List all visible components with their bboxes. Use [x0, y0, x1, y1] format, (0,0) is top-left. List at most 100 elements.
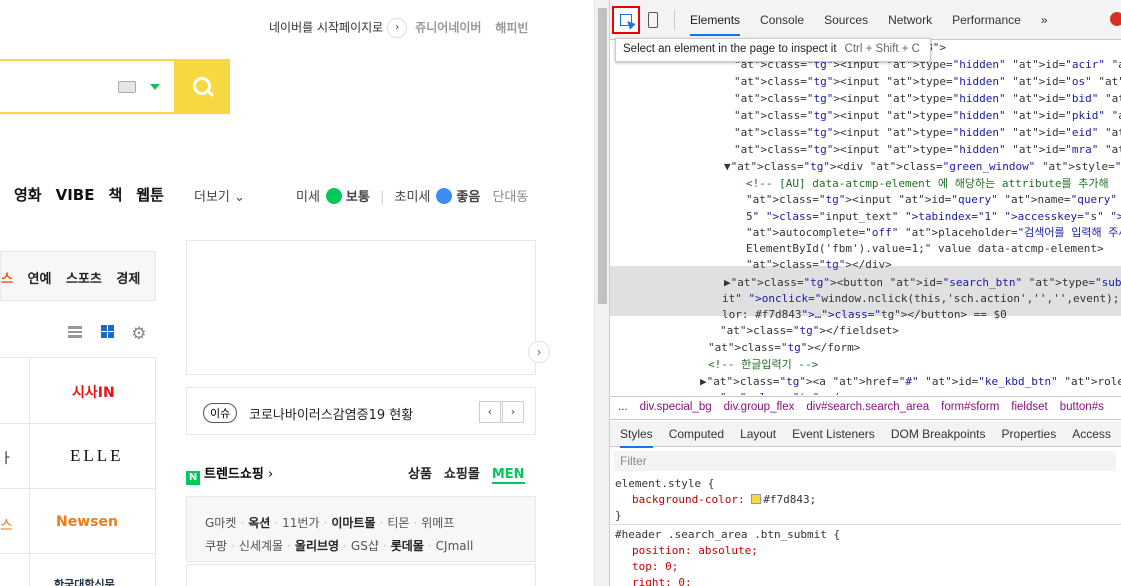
css-declaration[interactable]: position: absolute; [632, 543, 758, 559]
tab-styles[interactable]: Styles [620, 427, 653, 448]
breadcrumb-item[interactable]: ... [618, 401, 628, 413]
topic-item[interactable]: 연예 [28, 272, 52, 287]
tab-accessibility[interactable]: Access [1072, 427, 1111, 441]
rule-selector[interactable]: element.style { [615, 476, 714, 492]
css-property[interactable]: background-color: [632, 493, 745, 506]
tab-product[interactable]: 상품 [408, 467, 432, 482]
tab-mall[interactable]: 쇼핑몰 [444, 467, 480, 482]
shop-link[interactable]: 신세계몰 [239, 539, 283, 553]
weather-widget[interactable]: 미세 보통 | 초미세 좋음 단대동 [296, 186, 528, 205]
dom-line[interactable]: <!-- [AU] data-atcmp-element 에 해당하는 attr… [746, 176, 1109, 193]
issue-box[interactable]: 이슈 코로나바이러스감염증19 현황 ‹ › [186, 387, 536, 435]
scrollbar-thumb[interactable] [598, 8, 607, 304]
shop-link[interactable]: GS샵 [351, 539, 379, 553]
breadcrumb-item[interactable]: form#sform [941, 401, 999, 413]
press-logo-elle[interactable]: ELLE [70, 446, 124, 466]
keyboard-icon[interactable] [118, 81, 136, 93]
search-button[interactable] [174, 59, 230, 114]
trend-title[interactable]: 트렌드쇼핑 [204, 467, 264, 482]
breadcrumb-item[interactable]: div#search.search_area [806, 401, 929, 413]
breadcrumb-item[interactable]: button#s [1060, 401, 1104, 413]
inspect-element-button[interactable] [612, 6, 640, 34]
tab-network[interactable]: Network [888, 13, 932, 27]
shop-link[interactable]: 올리브영 [295, 539, 339, 553]
dom-line[interactable]: ▼"at">class="tg"><div "at">class="green_… [724, 159, 1121, 176]
shop-link[interactable]: G마켓 [205, 516, 236, 530]
page-scrollbar[interactable] [594, 0, 609, 586]
dom-line[interactable]: "at">class="tg"><input "at">id="query" "… [746, 192, 1121, 209]
nav-item-webtoon[interactable]: 웹툰 [136, 186, 164, 204]
breadcrumb-item[interactable]: fieldset [1011, 401, 1047, 413]
device-toggle-icon[interactable] [648, 12, 658, 28]
chevron-right-icon[interactable]: › [387, 18, 408, 38]
prev-button[interactable]: ‹ [479, 401, 501, 423]
tab-event-listeners[interactable]: Event Listeners [792, 427, 875, 441]
more-tabs-icon[interactable]: » [1041, 13, 1048, 27]
start-page-link[interactable]: 네이버를 시작페이지로 [269, 21, 383, 35]
dom-line[interactable]: "at">class="tg"><input "at">type="hidden… [734, 108, 1121, 125]
shop-link[interactable]: 쿠팡 [205, 539, 227, 553]
dom-line[interactable]: 5" ">class="input_text" ">tabindex="1" "… [746, 209, 1121, 226]
list-view-icon[interactable] [68, 326, 82, 338]
dom-line[interactable]: "at">class="tg"><input "at">type="hidden… [734, 74, 1121, 91]
tab-men[interactable]: MEN [491, 467, 525, 484]
dom-line[interactable]: "at">class="tg"></fieldset> [720, 323, 899, 340]
shop-link[interactable]: 위메프 [421, 516, 454, 530]
dom-line[interactable]: "at">class="tg"><input "at">type="hidden… [734, 125, 1121, 142]
nav-item-vibe[interactable]: VIBE [56, 186, 95, 204]
breadcrumb-item[interactable]: div.group_flex [724, 401, 795, 413]
shop-link[interactable]: 옥션 [248, 516, 270, 530]
press-logo-newsen[interactable]: Newsen [56, 514, 118, 530]
dom-line[interactable]: it" ">onclick="window.nclick(this,'sch.a… [722, 291, 1121, 308]
dom-line[interactable]: "at">class="tg"></form> [708, 340, 860, 357]
dom-line[interactable]: ▶"at">class="tg"><button "at">id="search… [724, 275, 1121, 292]
error-icon[interactable] [1110, 12, 1121, 26]
dom-line[interactable]: "at">class="tg"><input "at">type="hidden… [734, 91, 1121, 108]
dom-line[interactable]: "at">class="tg"><input "at">type="hidden… [734, 142, 1121, 159]
more-button[interactable]: 더보기 ⌄ [194, 186, 245, 205]
topic-item[interactable]: 스포츠 [66, 272, 102, 287]
topic-item[interactable]: 스 [1, 272, 13, 287]
ad-banner[interactable] [186, 240, 536, 375]
shop-link[interactable]: 롯데몰 [391, 539, 424, 553]
shop-link[interactable]: 티몬 [387, 516, 409, 530]
tab-properties[interactable]: Properties [1002, 427, 1057, 441]
css-value[interactable]: #f7d843; [763, 493, 816, 506]
dom-line[interactable]: "at">autocomplete="off" "at">placeholder… [746, 225, 1121, 242]
tab-console[interactable]: Console [760, 13, 804, 27]
tab-computed[interactable]: Computed [669, 427, 724, 441]
css-declaration[interactable]: right: 0; [632, 575, 692, 586]
color-swatch[interactable] [751, 494, 762, 504]
chevron-right-icon[interactable]: › [528, 341, 550, 363]
happybean-link[interactable]: 해피빈 [495, 21, 528, 35]
shop-link[interactable]: 11번가 [282, 516, 319, 530]
dom-line[interactable]: "at">class="tg"></div> [746, 257, 892, 274]
shop-link[interactable]: CJmall [436, 539, 474, 553]
dom-line[interactable]: <!-- 한글입력기 --> [708, 357, 818, 374]
issue-text[interactable]: 코로나바이러스감염증19 현황 [249, 404, 413, 423]
dom-line[interactable]: lor: #f7d843">…">class="tg"></button> ==… [722, 307, 1007, 324]
tab-performance[interactable]: Performance [952, 13, 1021, 27]
shop-link[interactable]: 이마트몰 [331, 516, 375, 530]
topic-item[interactable]: 경제 [116, 272, 140, 287]
tab-sources[interactable]: Sources [824, 13, 868, 27]
tab-elements[interactable]: Elements [690, 13, 741, 36]
tab-layout[interactable]: Layout [740, 427, 776, 441]
styles-filter-input[interactable]: Filter [614, 451, 1116, 471]
press-logo-sisain[interactable]: 시사IN [72, 382, 115, 402]
gear-icon[interactable]: ⚙ [131, 324, 146, 344]
dom-line[interactable]: se;">…">class="tg"></a> [700, 390, 852, 395]
press-logo-univ[interactable]: 한국대학신문 [54, 576, 115, 586]
junior-link[interactable]: 쥬니어네이버 [415, 21, 481, 35]
rule-selector[interactable]: #header .search_area .btn_submit { [615, 527, 840, 543]
breadcrumb-item[interactable]: div.special_bg [640, 401, 712, 413]
dom-line[interactable]: ElementById('fbm').value=1;" value data-… [746, 241, 1104, 258]
grid-view-icon[interactable] [101, 325, 115, 338]
dom-line[interactable]: ▶"at">class="tg"><a "at">href="#" "at">i… [700, 374, 1121, 391]
tab-dom-breakpoints[interactable]: DOM Breakpoints [891, 427, 986, 441]
next-button[interactable]: › [502, 401, 524, 423]
nav-item-book[interactable]: 책 [108, 186, 122, 204]
dropdown-arrow-icon[interactable] [150, 84, 160, 90]
css-declaration[interactable]: top: 0; [632, 559, 678, 575]
nav-item-movie[interactable]: 영화 [14, 186, 42, 204]
